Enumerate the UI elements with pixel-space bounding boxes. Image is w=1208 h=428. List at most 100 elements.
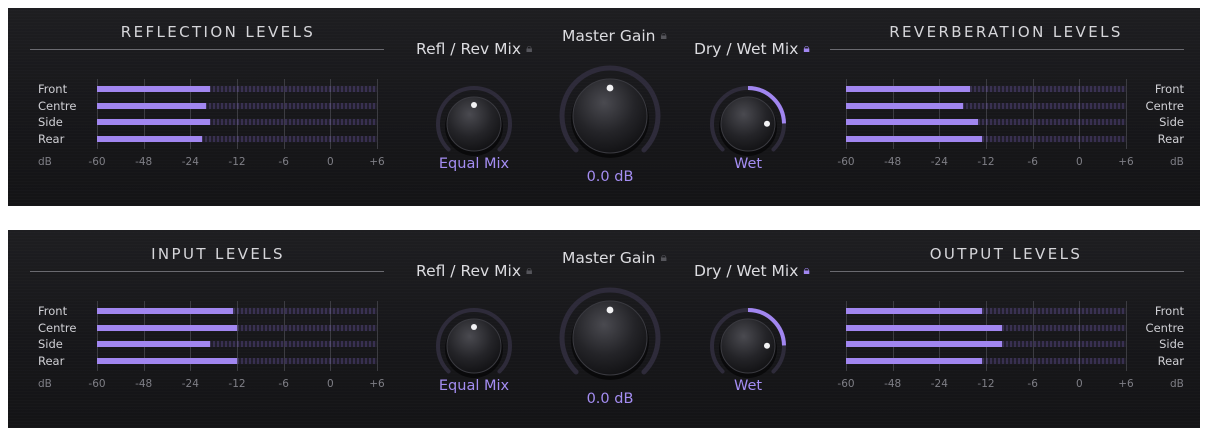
scale-tick-label: -24 [930, 378, 948, 390]
dry-wet-mix-title: Dry / Wet Mix 🔒︎ [694, 262, 810, 280]
channel-label: Side [38, 115, 63, 129]
meter-bar-rear [846, 357, 983, 364]
scale-tick-label: -48 [135, 156, 153, 168]
refl-rev-mix-knob[interactable] [432, 304, 516, 388]
dry-wet-mix-knob[interactable] [706, 82, 790, 166]
scale-tick-label: 0 [326, 378, 334, 390]
lock-open-icon[interactable]: 🔒︎ [526, 41, 532, 56]
section-divider [830, 271, 1184, 272]
db-unit-label: dB [38, 378, 52, 390]
scale-tick-label: -6 [1027, 378, 1038, 390]
lock-icon[interactable]: 🔒︎ [803, 41, 809, 56]
scale-tick-label: 0 [1075, 156, 1083, 168]
scale-tick-label: +6 [369, 156, 385, 168]
section-divider [30, 49, 384, 50]
meter-bar-side [846, 119, 979, 125]
lock-open-icon[interactable]: 🔒︎ [661, 250, 667, 265]
plugin-panel-io: INPUT LEVELS OUTPUT LEVELS Front Centre Si… [8, 230, 1200, 428]
channel-labels: Front Centre Side Rear [38, 304, 76, 370]
scale-tick-label: -24 [930, 156, 948, 168]
meter-bar-centre [97, 102, 206, 109]
refl-rev-mix-knob[interactable] [432, 82, 516, 166]
channel-label: Side [1159, 115, 1184, 129]
master-gain-value: 0.0 dB [586, 391, 634, 407]
meter-bar-rear [97, 357, 237, 364]
dry-wet-mix-title: Dry / Wet Mix 🔒︎ [694, 40, 810, 58]
scale-tick-label: -48 [884, 156, 902, 168]
channel-label: Front [1154, 304, 1184, 318]
channel-labels: Front Centre Side Rear [1134, 304, 1184, 370]
meter-bar-centre [846, 324, 1002, 331]
meter-bar-front [846, 86, 971, 92]
meter-bar-front [846, 308, 983, 314]
knob-indicator [471, 324, 477, 330]
scale-tick-label: -24 [181, 378, 199, 390]
channel-label: Centre [1145, 320, 1184, 335]
scale-tick-label: -24 [181, 156, 199, 168]
channel-label: Rear [1157, 353, 1184, 368]
channel-label: Rear [38, 353, 65, 368]
knob-indicator [763, 120, 770, 127]
scale-tick-label: 0 [326, 156, 334, 168]
meter-bar-front [97, 308, 234, 314]
scale-tick-label: -12 [977, 378, 995, 390]
channel-label: Centre [38, 320, 77, 335]
master-gain-title: Master Gain 🔒︎ [562, 249, 667, 267]
meter-bar-side [97, 341, 210, 347]
channel-label: Front [1154, 82, 1184, 96]
dry-wet-mix-value: Wet [733, 156, 763, 172]
lock-icon[interactable]: 🔒︎ [803, 263, 809, 278]
knob-indicator [606, 84, 614, 92]
refl-rev-mix-value: Equal Mix [438, 156, 510, 172]
reflection-levels-title: REFLECTION LEVELS [120, 23, 316, 41]
db-unit-label: dB [38, 156, 52, 168]
lock-open-icon[interactable]: 🔒︎ [661, 28, 667, 43]
meter-gridline [1126, 79, 1127, 149]
knob-indicator [471, 102, 477, 108]
channel-label: Side [1159, 337, 1184, 351]
meter-bar-side [97, 119, 210, 125]
lock-open-icon[interactable]: 🔒︎ [526, 263, 532, 278]
scale-tick-label: +6 [1118, 378, 1134, 390]
scale-tick-label: -12 [228, 378, 246, 390]
channel-label: Front [38, 304, 68, 318]
output-levels-title: OUTPUT LEVELS [929, 245, 1083, 263]
meter-gridline [377, 301, 378, 371]
channel-label: Rear [1157, 131, 1184, 146]
master-gain-value: 0.0 dB [586, 169, 634, 185]
refl-rev-mix-title: Refl / Rev Mix 🔒︎ [416, 40, 533, 58]
db-unit-label: dB [1170, 378, 1184, 390]
scale-tick-label: -12 [977, 156, 995, 168]
scale-tick-label: -6 [1027, 156, 1038, 168]
scale-tick-label: -6 [278, 378, 289, 390]
channel-label: Centre [1145, 98, 1184, 113]
channel-label: Rear [38, 131, 65, 146]
channel-label: Centre [38, 98, 77, 113]
scale-tick-label: -48 [135, 378, 153, 390]
refl-rev-mix-value: Equal Mix [438, 378, 510, 394]
meter-gridline [1126, 301, 1127, 371]
master-gain-title: Master Gain 🔒︎ [562, 27, 667, 45]
channel-labels: Front Centre Side Rear [1134, 82, 1184, 148]
scale-tick-label: +6 [1118, 156, 1134, 168]
scale-tick-label: -48 [884, 378, 902, 390]
channel-label: Side [38, 337, 63, 351]
meter-bar-side [846, 341, 1002, 347]
meter-bar-centre [97, 324, 237, 331]
meter-gridline [377, 79, 378, 149]
meter-bar-rear [97, 135, 202, 142]
scale-tick-label: +6 [369, 378, 385, 390]
master-gain-knob[interactable] [556, 62, 664, 170]
section-divider [830, 49, 1184, 50]
meter-bar-centre [846, 102, 963, 109]
section-divider [30, 271, 384, 272]
meter-bar-rear [846, 135, 983, 142]
scale-tick-label: 0 [1075, 378, 1083, 390]
refl-rev-mix-title: Refl / Rev Mix 🔒︎ [416, 262, 533, 280]
scale-tick-label: -60 [837, 378, 855, 390]
dry-wet-mix-knob[interactable] [706, 304, 790, 388]
channel-label: Front [38, 82, 68, 96]
scale-tick-label: -60 [837, 156, 855, 168]
master-gain-knob[interactable] [556, 284, 664, 392]
channel-labels: Front Centre Side Rear [38, 82, 76, 148]
